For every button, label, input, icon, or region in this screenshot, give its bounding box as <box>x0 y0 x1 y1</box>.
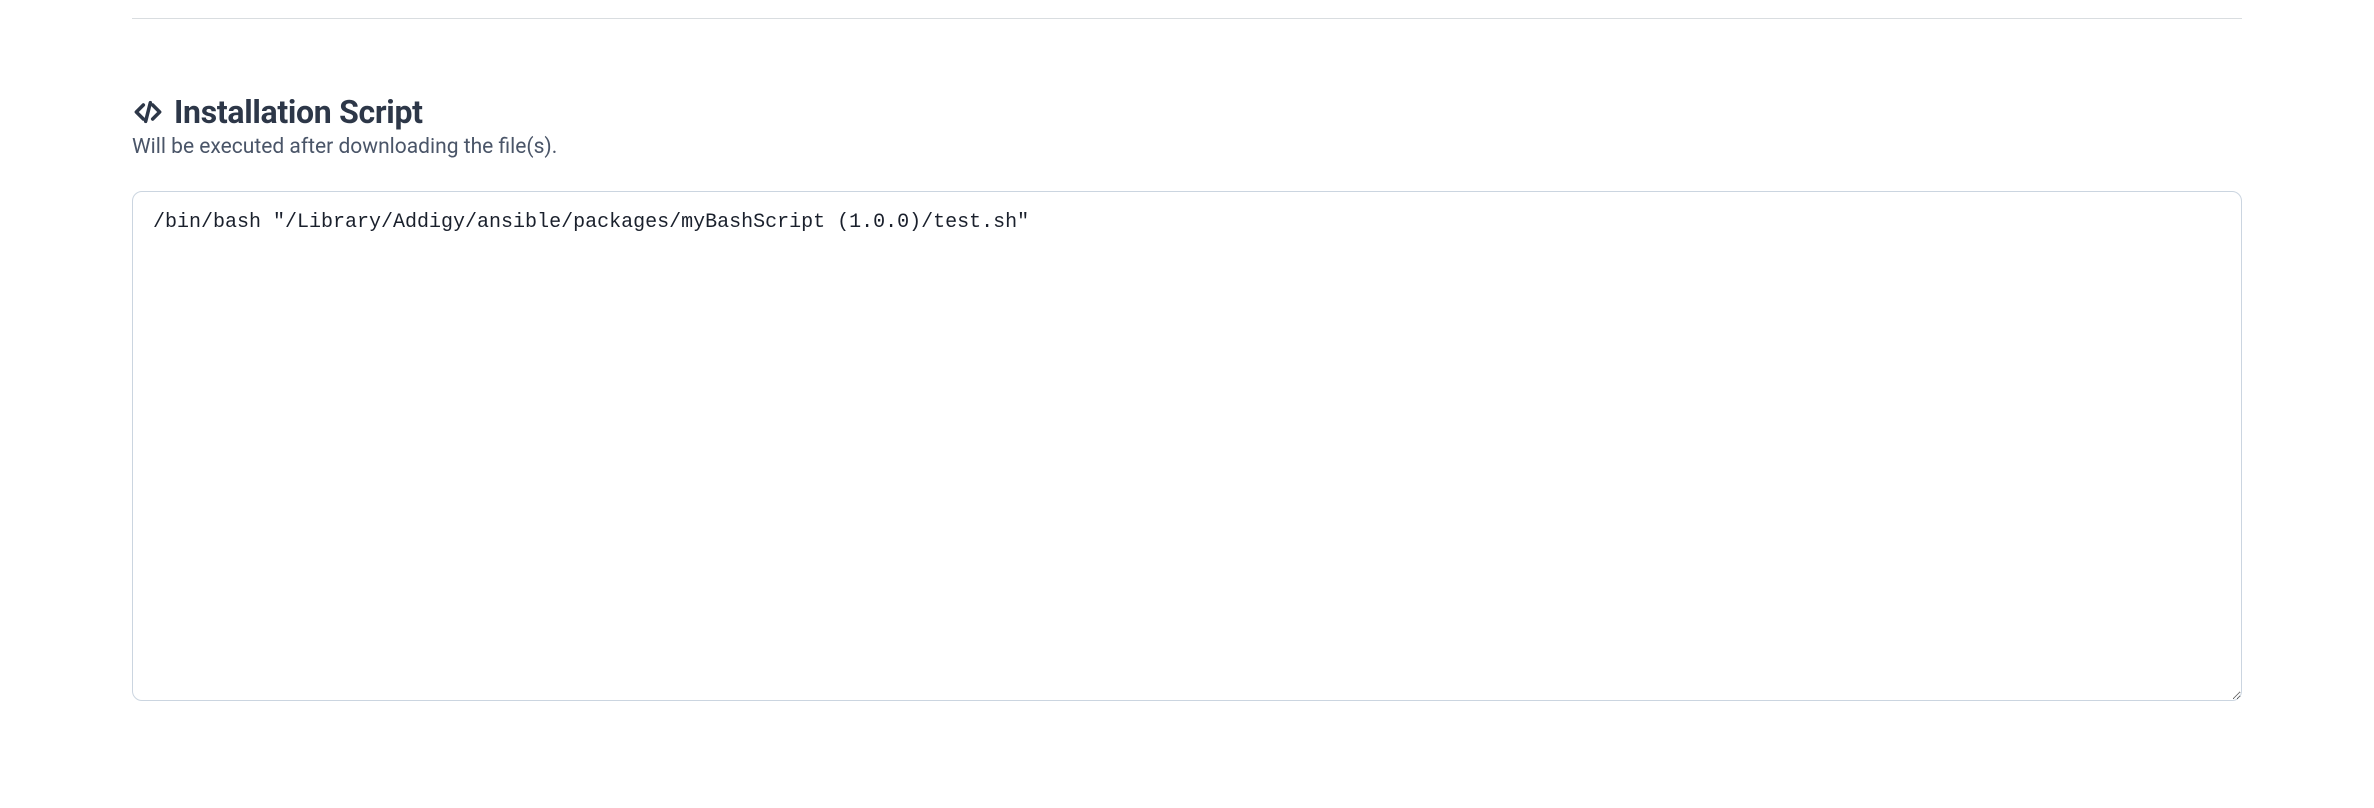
section-subtitle: Will be executed after downloading the f… <box>132 135 2242 159</box>
section-title: Installation Script <box>174 93 423 131</box>
code-icon <box>132 96 164 128</box>
section-header: Installation Script <box>132 93 2242 131</box>
installation-script-section: Installation Script Will be executed aft… <box>0 19 2374 705</box>
installation-script-input[interactable] <box>132 191 2242 701</box>
